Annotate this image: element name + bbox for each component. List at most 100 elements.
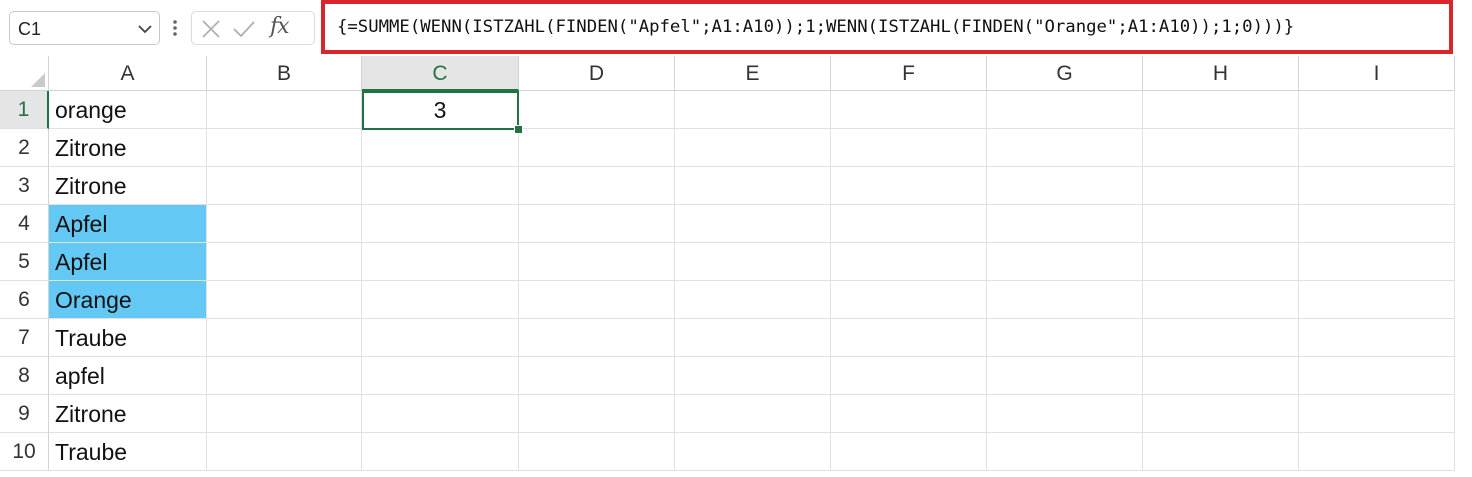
cell-h3[interactable] xyxy=(1143,167,1299,205)
cell-g6[interactable] xyxy=(987,281,1143,319)
cell-h5[interactable] xyxy=(1143,243,1299,281)
cell-f9[interactable] xyxy=(831,395,987,433)
cell-f4[interactable] xyxy=(831,205,987,243)
cell-d1[interactable] xyxy=(519,91,675,129)
check-icon[interactable] xyxy=(232,19,256,39)
cell-a2[interactable]: Zitrone xyxy=(49,129,207,167)
cell-g7[interactable] xyxy=(987,319,1143,357)
cell-i1[interactable] xyxy=(1299,91,1455,129)
cell-a3[interactable]: Zitrone xyxy=(49,167,207,205)
cell-a1[interactable]: orange xyxy=(49,91,207,129)
cell-b6[interactable] xyxy=(207,281,362,319)
cell-f8[interactable] xyxy=(831,357,987,395)
select-all-corner[interactable] xyxy=(0,56,49,91)
row-header-2[interactable]: 2 xyxy=(0,129,49,167)
cell-c8[interactable] xyxy=(362,357,519,395)
more-options-icon[interactable] xyxy=(169,13,181,43)
cell-g4[interactable] xyxy=(987,205,1143,243)
cell-a5[interactable]: Apfel xyxy=(49,243,207,281)
cell-a9[interactable]: Zitrone xyxy=(49,395,207,433)
column-header-f[interactable]: F xyxy=(831,56,987,91)
cell-d9[interactable] xyxy=(519,395,675,433)
cell-i7[interactable] xyxy=(1299,319,1455,357)
cell-a4[interactable]: Apfel xyxy=(49,205,207,243)
row-header-6[interactable]: 6 xyxy=(0,281,49,319)
cell-h2[interactable] xyxy=(1143,129,1299,167)
cell-i3[interactable] xyxy=(1299,167,1455,205)
cell-e10[interactable] xyxy=(675,433,831,471)
cell-a8[interactable]: apfel xyxy=(49,357,207,395)
cell-b3[interactable] xyxy=(207,167,362,205)
cell-h8[interactable] xyxy=(1143,357,1299,395)
cell-b8[interactable] xyxy=(207,357,362,395)
row-header-7[interactable]: 7 xyxy=(0,319,49,357)
cell-f1[interactable] xyxy=(831,91,987,129)
cell-i4[interactable] xyxy=(1299,205,1455,243)
cell-c9[interactable] xyxy=(362,395,519,433)
cell-f3[interactable] xyxy=(831,167,987,205)
cell-f10[interactable] xyxy=(831,433,987,471)
row-header-5[interactable]: 5 xyxy=(0,243,49,281)
row-header-10[interactable]: 10 xyxy=(0,433,49,471)
column-header-b[interactable]: B xyxy=(207,56,362,91)
cell-c1[interactable]: 3 xyxy=(362,91,519,129)
cell-g8[interactable] xyxy=(987,357,1143,395)
cell-f6[interactable] xyxy=(831,281,987,319)
cell-d4[interactable] xyxy=(519,205,675,243)
cell-b9[interactable] xyxy=(207,395,362,433)
cell-g3[interactable] xyxy=(987,167,1143,205)
row-header-4[interactable]: 4 xyxy=(0,205,49,243)
cell-e4[interactable] xyxy=(675,205,831,243)
cell-i6[interactable] xyxy=(1299,281,1455,319)
cell-i5[interactable] xyxy=(1299,243,1455,281)
cell-c3[interactable] xyxy=(362,167,519,205)
cell-d3[interactable] xyxy=(519,167,675,205)
cell-c10[interactable] xyxy=(362,433,519,471)
cell-i9[interactable] xyxy=(1299,395,1455,433)
row-header-8[interactable]: 8 xyxy=(0,357,49,395)
name-box[interactable]: C1 xyxy=(9,11,160,45)
column-header-a[interactable]: A xyxy=(49,56,207,91)
cell-h1[interactable] xyxy=(1143,91,1299,129)
cell-e7[interactable] xyxy=(675,319,831,357)
cell-e5[interactable] xyxy=(675,243,831,281)
cell-e8[interactable] xyxy=(675,357,831,395)
cell-d6[interactable] xyxy=(519,281,675,319)
cell-d7[interactable] xyxy=(519,319,675,357)
cell-b10[interactable] xyxy=(207,433,362,471)
column-header-d[interactable]: D xyxy=(519,56,675,91)
cell-g9[interactable] xyxy=(987,395,1143,433)
row-header-1[interactable]: 1 xyxy=(0,91,49,129)
row-header-9[interactable]: 9 xyxy=(0,395,49,433)
cell-g1[interactable] xyxy=(987,91,1143,129)
cell-g5[interactable] xyxy=(987,243,1143,281)
row-header-3[interactable]: 3 xyxy=(0,167,49,205)
cell-h7[interactable] xyxy=(1143,319,1299,357)
cell-a7[interactable]: Traube xyxy=(49,319,207,357)
cell-h6[interactable] xyxy=(1143,281,1299,319)
cell-e3[interactable] xyxy=(675,167,831,205)
cell-h10[interactable] xyxy=(1143,433,1299,471)
cell-g2[interactable] xyxy=(987,129,1143,167)
cancel-icon[interactable] xyxy=(200,19,222,39)
cell-c4[interactable] xyxy=(362,205,519,243)
cell-c5[interactable] xyxy=(362,243,519,281)
cell-f2[interactable] xyxy=(831,129,987,167)
formula-input[interactable]: {=SUMME(WENN(ISTZAHL(FINDEN("Apfel";A1:A… xyxy=(321,0,1453,54)
cell-e1[interactable] xyxy=(675,91,831,129)
cell-h9[interactable] xyxy=(1143,395,1299,433)
cell-d5[interactable] xyxy=(519,243,675,281)
cell-f5[interactable] xyxy=(831,243,987,281)
cell-i8[interactable] xyxy=(1299,357,1455,395)
cell-g10[interactable] xyxy=(987,433,1143,471)
cell-b7[interactable] xyxy=(207,319,362,357)
column-header-c[interactable]: C xyxy=(362,56,519,91)
cell-c6[interactable] xyxy=(362,281,519,319)
cell-a10[interactable]: Traube xyxy=(49,433,207,471)
cell-i10[interactable] xyxy=(1299,433,1455,471)
column-header-i[interactable]: I xyxy=(1299,56,1455,91)
column-header-g[interactable]: G xyxy=(987,56,1143,91)
cell-a6[interactable]: Orange xyxy=(49,281,207,319)
column-header-e[interactable]: E xyxy=(675,56,831,91)
cell-b1[interactable] xyxy=(207,91,362,129)
